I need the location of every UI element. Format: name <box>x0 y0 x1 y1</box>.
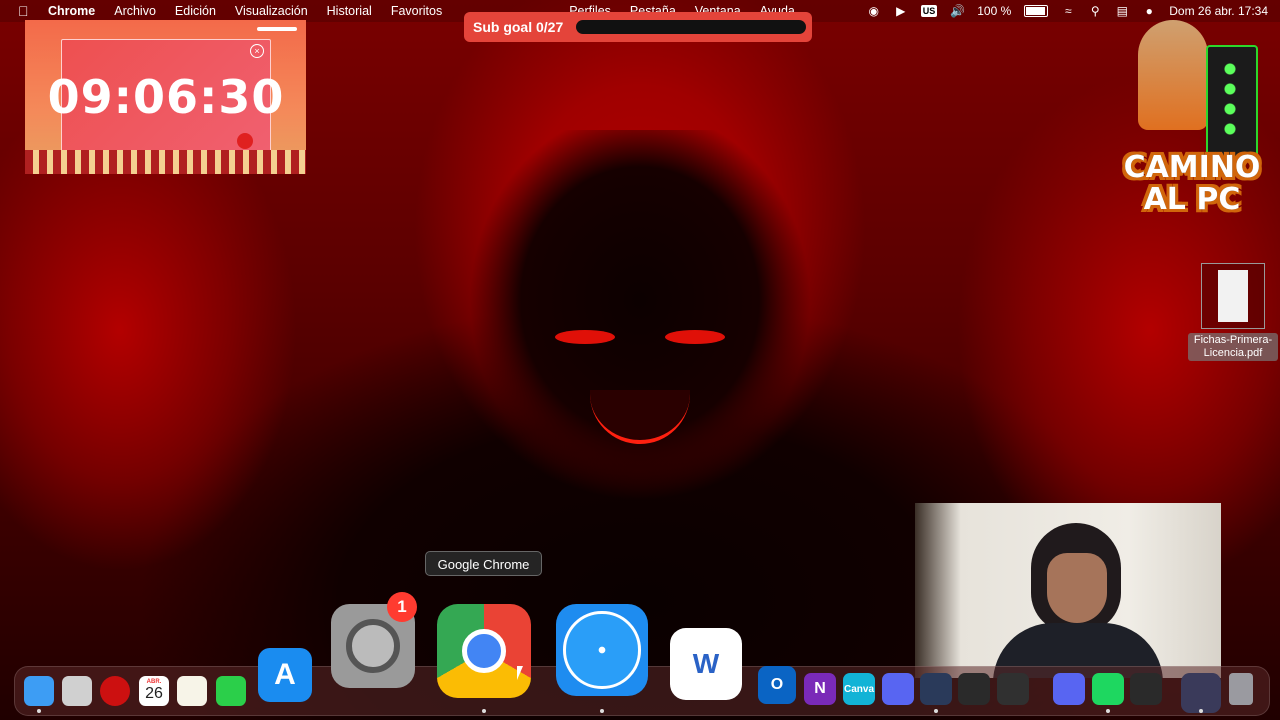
menu-edicion[interactable]: Edición <box>175 4 216 18</box>
balloon-icon <box>237 133 253 149</box>
facetime-icon[interactable] <box>216 676 246 706</box>
wifi-icon[interactable]: ≈ <box>1061 4 1075 18</box>
webcam-overlay <box>915 503 1221 678</box>
pixel-ground <box>25 150 306 174</box>
menu-visualizacion[interactable]: Visualización <box>235 4 308 18</box>
volume-icon[interactable]: 🔊 <box>950 4 965 18</box>
discord-icon[interactable] <box>882 673 914 705</box>
obs-icon[interactable] <box>1130 673 1162 705</box>
running-indicator <box>600 709 604 713</box>
steam-icon[interactable] <box>920 673 952 705</box>
streamer-webcam-person <box>993 523 1163 678</box>
running-indicator <box>1106 709 1110 713</box>
search-icon[interactable]: ⚲ <box>1088 4 1102 18</box>
finder-icon[interactable] <box>24 676 54 706</box>
person-face <box>1047 553 1107 623</box>
word-icon[interactable]: W <box>670 628 742 700</box>
calendar-icon[interactable]: ABR. 26 <box>139 676 169 706</box>
logo-line-2: AL PC <box>1143 182 1241 217</box>
apple-menu-icon[interactable]:  <box>18 3 32 19</box>
sub-goal-widget: Sub goal 0/27 <box>464 12 812 42</box>
trash-icon[interactable] <box>1229 673 1253 705</box>
timer-top-bar <box>257 27 297 31</box>
wallpaper-eye-left <box>555 330 615 344</box>
pc-tower-icon <box>1206 45 1258 159</box>
discord-icon[interactable] <box>1053 673 1085 705</box>
wallpaper-eye-right <box>665 330 725 344</box>
siri-icon[interactable]: ● <box>1142 4 1156 18</box>
streamer-logo: CAMINO AL PC <box>1118 20 1266 225</box>
notes-icon[interactable] <box>177 676 207 706</box>
window-thumbnail-icon[interactable] <box>1181 673 1221 713</box>
logo-line-1: CAMINO <box>1123 150 1261 185</box>
running-indicator <box>1199 709 1203 713</box>
canva-icon[interactable]: Canva <box>843 673 875 705</box>
keyboard-layout-badge[interactable]: US <box>920 5 938 17</box>
timer-widget: × 09:06:30 <box>25 20 306 174</box>
menu-archivo[interactable]: Archivo <box>114 4 156 18</box>
menu-historial[interactable]: Historial <box>327 4 372 18</box>
dock-tooltip: Google Chrome <box>425 551 542 576</box>
app-store-icon[interactable]: A <box>258 648 312 702</box>
onenote-icon[interactable]: N <box>804 673 836 705</box>
battery-icon[interactable] <box>1024 5 1049 17</box>
record-icon[interactable] <box>100 676 130 706</box>
battery-percent[interactable]: 100 % <box>977 4 1011 18</box>
running-indicator <box>482 709 486 713</box>
timer-display: 09:06:30 <box>47 70 285 124</box>
sub-goal-progress-bar <box>576 20 806 34</box>
running-indicator <box>37 709 41 713</box>
mouse-cursor <box>517 666 523 680</box>
streamlabs-icon[interactable] <box>997 673 1029 705</box>
calendar-day: 26 <box>145 685 163 702</box>
notification-badge: 1 <box>387 592 417 622</box>
clock[interactable]: Dom 26 abr. 17:34 <box>1169 4 1268 18</box>
sub-goal-label: Sub goal 0/27 <box>473 19 564 35</box>
chrome-icon[interactable] <box>437 604 531 698</box>
desktop-file-label[interactable]: Fichas-Primera-Licencia.pdf <box>1188 333 1278 361</box>
running-indicator <box>934 709 938 713</box>
obs-icon[interactable] <box>958 673 990 705</box>
play-icon[interactable]: ▶ <box>894 4 908 18</box>
menu-favoritos[interactable]: Favoritos <box>391 4 442 18</box>
outlook-icon[interactable]: O <box>758 666 796 704</box>
logo-text: CAMINO AL PC <box>1118 152 1266 216</box>
pdf-file-icon[interactable] <box>1201 263 1265 329</box>
airdrop-icon[interactable]: ◉ <box>867 4 881 18</box>
status-area: ◉ ▶ US 🔊 100 % ≈ ⚲ ▤ ● Dom 26 abr. 17:34 <box>867 0 1268 22</box>
launchpad-icon[interactable] <box>62 676 92 706</box>
menu-app-name[interactable]: Chrome <box>48 4 95 18</box>
spotify-icon[interactable] <box>1092 673 1124 705</box>
control-center-icon[interactable]: ▤ <box>1115 4 1129 18</box>
desktop-file-pdf[interactable]: Fichas-Primera-Licencia.pdf <box>1188 263 1278 361</box>
streamer-avatar <box>1138 20 1208 130</box>
close-icon[interactable]: × <box>250 44 264 58</box>
safari-icon[interactable] <box>556 604 648 696</box>
